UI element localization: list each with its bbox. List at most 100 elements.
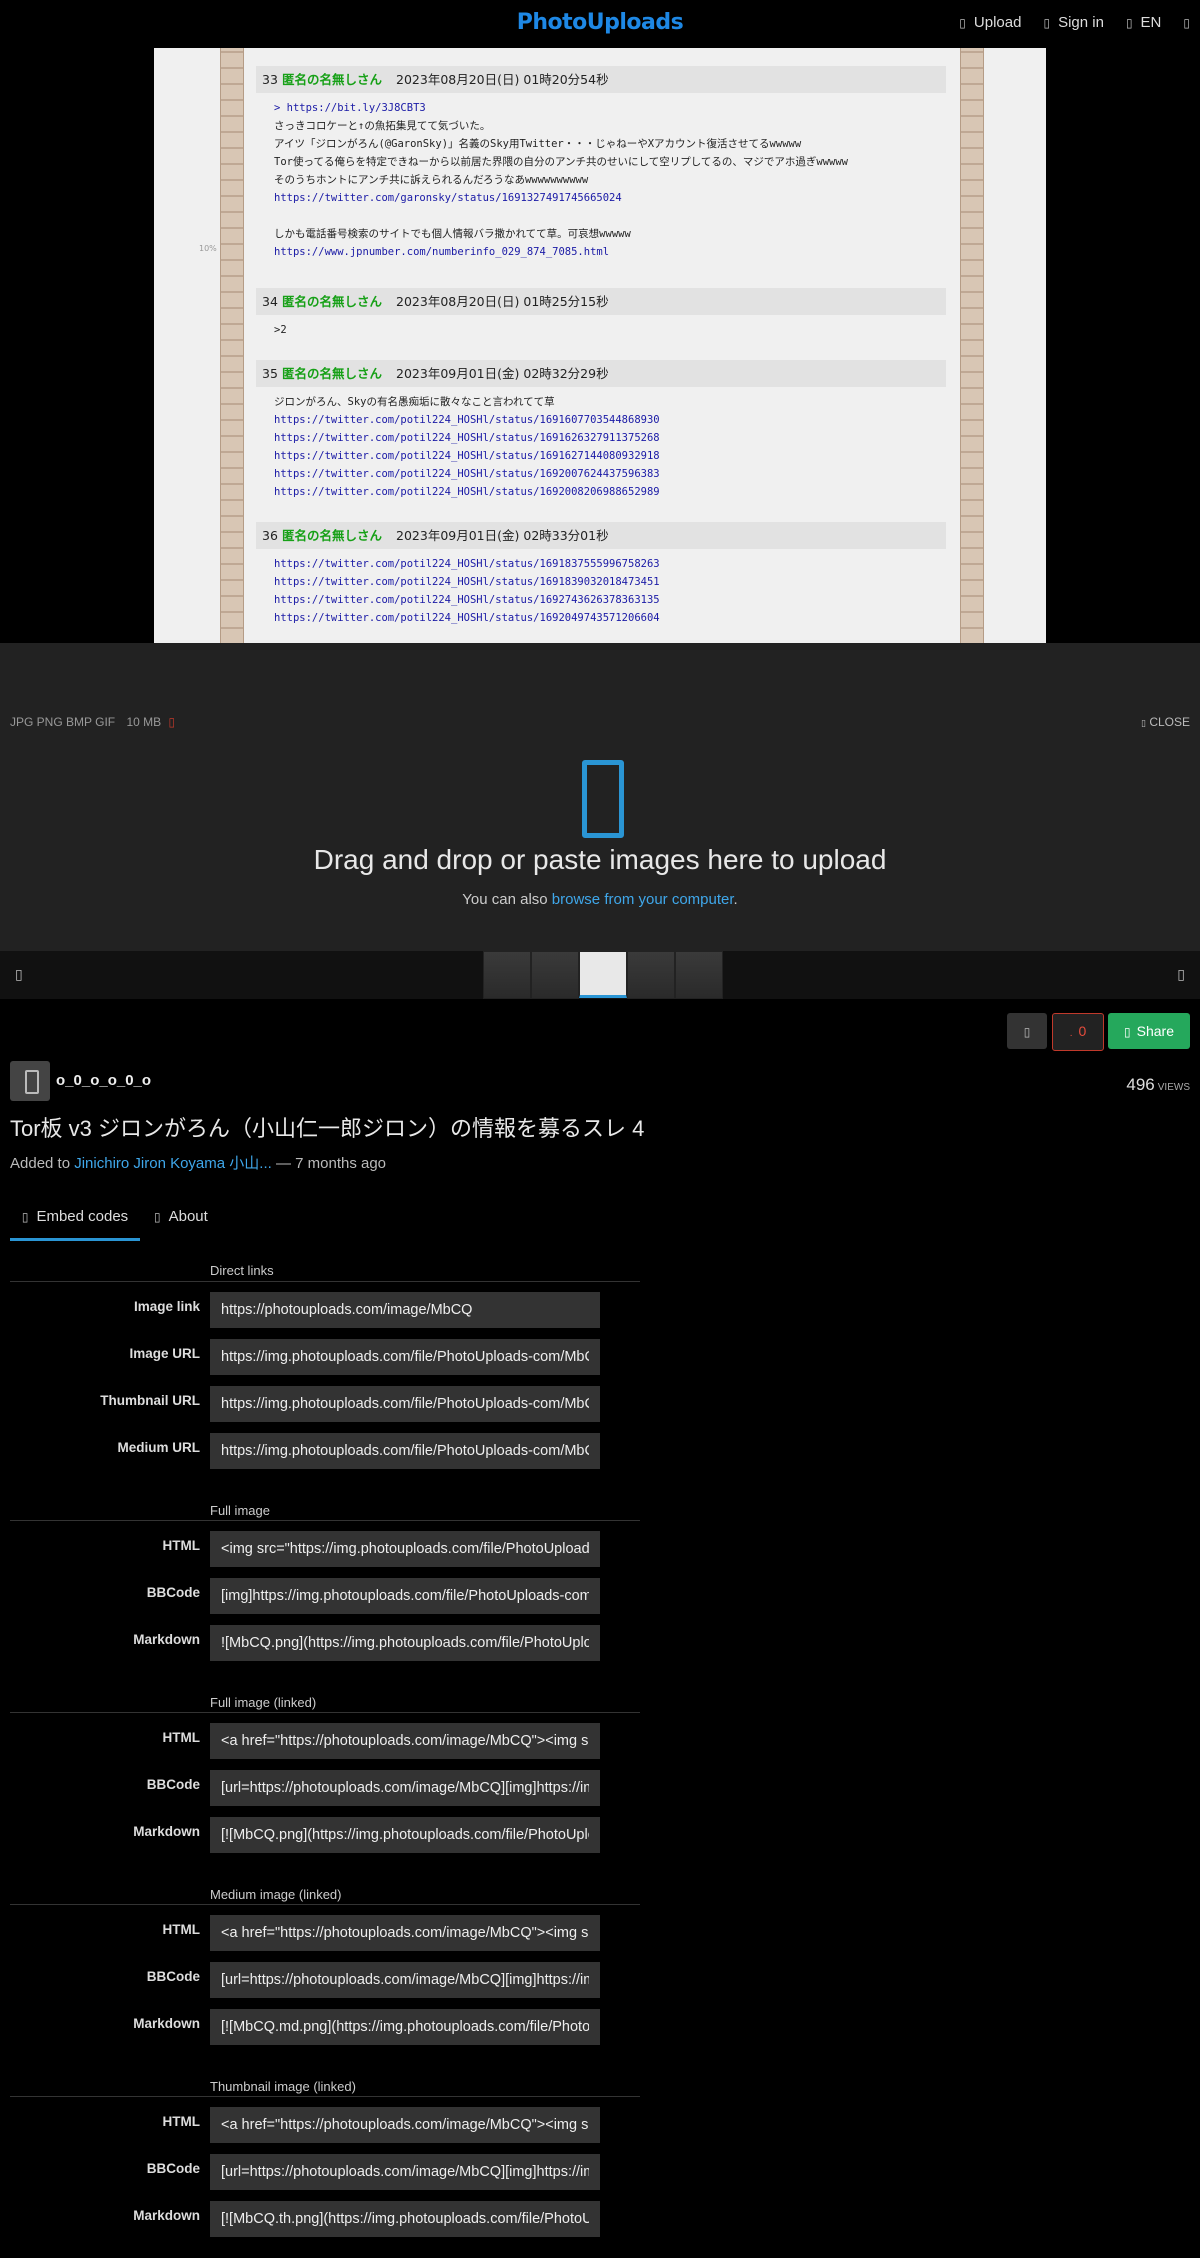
medium-linked-html-field[interactable] — [210, 1915, 600, 1951]
label-html: HTML — [162, 1730, 201, 1745]
section-divider — [10, 1520, 640, 1521]
post-link[interactable]: https://twitter.com/potil224_HOSHl/statu… — [274, 411, 660, 429]
thumbnail[interactable] — [675, 951, 723, 999]
full-linked-html-field[interactable] — [210, 1723, 600, 1759]
thumbnail-current[interactable] — [579, 951, 627, 998]
post-number: 36 — [262, 528, 278, 543]
post-line: >2 — [274, 324, 287, 336]
post-link[interactable]: https://twitter.com/potil224_HOSHl/statu… — [274, 555, 660, 573]
upload-panel[interactable]: JPG PNG BMP GIF 10 MB ▯ ▯ CLOSE Drag and… — [0, 643, 1200, 951]
post-link[interactable]: https://twitter.com/potil224_HOSHl/statu… — [274, 483, 660, 501]
label-markdown: Markdown — [133, 2208, 200, 2223]
avatar[interactable] — [10, 1061, 50, 1101]
thumbnail-url-field[interactable] — [210, 1386, 600, 1422]
post-link[interactable]: https://twitter.com/potil224_HOSHl/statu… — [274, 591, 660, 609]
post-link[interactable]: https://twitter.com/potil224_HOSHl/statu… — [274, 429, 660, 447]
upload-sub-suffix: . — [733, 891, 738, 908]
thumbnail[interactable] — [627, 951, 675, 999]
tab-about[interactable]: ▯ About — [154, 1200, 208, 1238]
post-link[interactable]: https://twitter.com/garonsky/status/1691… — [274, 189, 622, 207]
options-icon: ▯ — [1023, 1025, 1031, 1039]
uploaded-image[interactable]: 10% 33 匿名の名無しさん 2023年08月20日(日) 01時20分54秒 > … — [154, 48, 1046, 643]
post-header: 35 匿名の名無しさん 2023年09月01日(金) 02時32分29秒 — [256, 360, 946, 387]
full-html-field[interactable] — [210, 1531, 600, 1567]
full-bbcode-field[interactable] — [210, 1578, 600, 1614]
label-bbcode: BBCode — [146, 1585, 200, 1600]
post-header: 33 匿名の名無しさん 2023年08月20日(日) 01時20分54秒 — [256, 66, 946, 93]
album-link[interactable]: Jinichiro Jiron Koyama 小山... — [74, 1155, 272, 1172]
prev-image-arrow-icon[interactable]: ▯ — [15, 966, 23, 983]
post-author: 匿名の名無しさん — [282, 294, 383, 309]
post-date: 2023年08月20日(日) 01時20分54秒 — [396, 72, 609, 87]
like-button[interactable]: .0 — [1052, 1013, 1104, 1051]
image-link-field[interactable] — [210, 1292, 600, 1328]
post-line: しかも電話番号検索のサイトでも個人情報バラ撒かれてて草。可哀想wwwww — [274, 228, 631, 240]
post-link[interactable]: https://twitter.com/potil224_HOSHl/statu… — [274, 447, 660, 465]
share-button[interactable]: ▯ Share — [1108, 1013, 1190, 1049]
label-html: HTML — [162, 1538, 201, 1553]
label-image-url: Image URL — [129, 1346, 200, 1361]
post-link[interactable]: https://twitter.com/potil224_HOSHl/statu… — [274, 609, 660, 627]
close-icon: ▯ — [1141, 718, 1146, 728]
thumbnail-list — [483, 951, 723, 999]
upload-close-button[interactable]: ▯ CLOSE — [1141, 715, 1190, 729]
signin-link[interactable]: ▯ Sign in — [1043, 14, 1103, 31]
post-link[interactable]: > https://bit.ly/3J8CBT3 — [274, 99, 426, 117]
heart-icon: . — [1069, 1028, 1073, 1039]
medium-url-field[interactable] — [210, 1433, 600, 1469]
thumbnail[interactable] — [483, 951, 531, 999]
section-title-direct: Direct links — [210, 1263, 274, 1278]
label-html: HTML — [162, 1922, 201, 1937]
search-toggle[interactable]: ▯ — [1183, 16, 1190, 30]
full-linked-bbcode-field[interactable] — [210, 1770, 600, 1806]
views-number: 496 — [1126, 1075, 1155, 1094]
post-number: 35 — [262, 366, 278, 381]
post-link[interactable]: https://www.jpnumber.com/numberinfo_029_… — [274, 243, 609, 261]
section-title-full-linked: Full image (linked) — [210, 1695, 317, 1710]
post-date: 2023年08月20日(日) 01時25分15秒 — [396, 294, 609, 309]
post-line: アイツ「ジロンがろん(@GaronSky)」名義のSky用Twitter・・・じ… — [274, 138, 802, 150]
upload-link[interactable]: ▯ Upload — [959, 14, 1021, 31]
thread-posts: 33 匿名の名無しさん 2023年08月20日(日) 01時20分54秒 > http… — [256, 48, 946, 643]
image-url-field[interactable] — [210, 1339, 600, 1375]
language-selector[interactable]: ▯ EN — [1126, 14, 1161, 31]
signin-label: Sign in — [1058, 14, 1104, 31]
views-label: VIEWS — [1157, 1082, 1190, 1093]
info-icon: ▯ — [168, 715, 176, 729]
post-author: 匿名の名無しさん — [282, 528, 383, 543]
section-divider — [10, 1712, 640, 1713]
more-options-button[interactable]: ▯ — [1007, 1013, 1047, 1049]
upload-limits: JPG PNG BMP GIF 10 MB ▯ — [10, 715, 175, 729]
section-divider — [10, 1904, 640, 1905]
post-number: 33 — [262, 72, 278, 87]
post-header: 34 匿名の名無しさん 2023年08月20日(日) 01時25分15秒 — [256, 288, 946, 315]
view-count: 496 VIEWS — [1126, 1075, 1190, 1095]
label-thumbnail-url: Thumbnail URL — [100, 1393, 200, 1408]
post-link[interactable]: https://twitter.com/potil224_HOSHl/statu… — [274, 573, 660, 591]
post-line: そのうちホントにアンチ共に訴えられるんだろうなあwwwwwwwwww — [274, 174, 589, 186]
tab-embed-codes[interactable]: ▯ Embed codes — [10, 1200, 140, 1241]
full-markdown-field[interactable] — [210, 1625, 600, 1661]
thumb-linked-bbcode-field[interactable] — [210, 2154, 600, 2190]
browse-computer-link[interactable]: browse from your computer — [552, 891, 734, 908]
post-author: 匿名の名無しさん — [282, 72, 383, 87]
medium-linked-bbcode-field[interactable] — [210, 1962, 600, 1998]
label-bbcode: BBCode — [146, 1969, 200, 1984]
full-linked-markdown-field[interactable] — [210, 1817, 600, 1853]
section-divider — [10, 2096, 640, 2097]
section-title-thumb-linked: Thumbnail image (linked) — [210, 2079, 356, 2094]
thumb-linked-html-field[interactable] — [210, 2107, 600, 2143]
thumbnail[interactable] — [531, 951, 579, 999]
like-count: 0 — [1078, 1023, 1087, 1039]
label-bbcode: BBCode — [146, 2161, 200, 2176]
thumb-linked-markdown-field[interactable] — [210, 2201, 600, 2237]
language-label: EN — [1140, 14, 1162, 31]
next-image-arrow-icon[interactable]: ▯ — [1177, 966, 1185, 983]
label-markdown: Markdown — [133, 1632, 200, 1647]
upload-cloud-icon — [582, 760, 624, 838]
post-header: 36 匿名の名無しさん 2023年09月01日(金) 02時33分01秒 — [256, 522, 946, 549]
medium-linked-markdown-field[interactable] — [210, 2009, 600, 2045]
post-link[interactable]: https://twitter.com/potil224_HOSHl/statu… — [274, 465, 660, 483]
upload-title: Drag and drop or paste images here to up… — [313, 844, 887, 875]
username[interactable]: o_0_o_o_0_o — [56, 1072, 151, 1089]
